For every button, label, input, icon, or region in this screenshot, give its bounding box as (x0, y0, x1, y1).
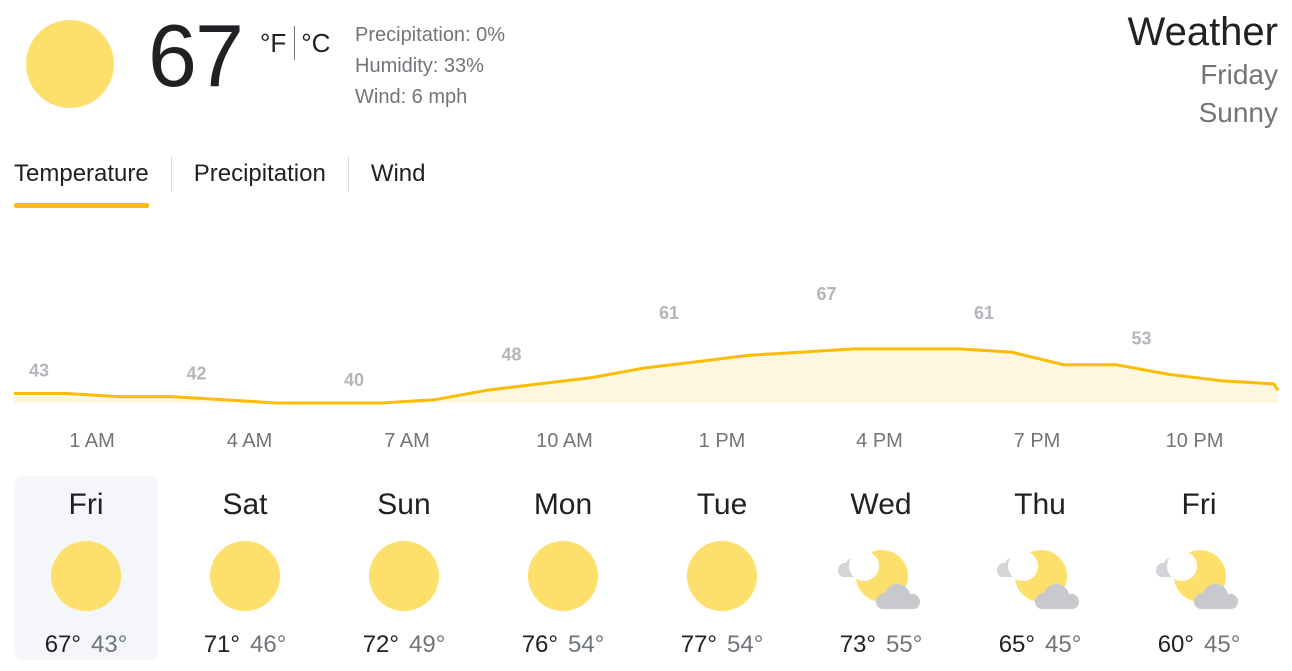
weather-condition: Sunny (1198, 97, 1278, 128)
forecast-day-mon[interactable]: Mon 76° 54° (491, 476, 635, 660)
temperature-chart[interactable]: 43 42 40 48 61 67 61 53 1 AM 4 AM 7 AM 10 AM 1 PM 4 P… (0, 270, 1292, 460)
day-name: Thu (1014, 488, 1066, 521)
temperature-label: 53 (1131, 329, 1151, 349)
temperature-label: 43 (29, 360, 49, 380)
temperature-label: 42 (186, 364, 206, 384)
temperature-label: 48 (501, 345, 521, 365)
humidity-text: Humidity: 33% (355, 55, 484, 77)
temperature-label: 40 (344, 370, 364, 390)
forecast-day-fri[interactable]: Fri 67° 43° (14, 476, 158, 660)
partly-cloudy-icon (996, 550, 1080, 609)
sun-icon (51, 541, 121, 611)
unit-divider (294, 26, 296, 60)
high-temp: 73° (839, 631, 876, 658)
tab-wind[interactable]: Wind (371, 154, 426, 208)
fahrenheit-button[interactable]: °F (260, 28, 286, 59)
temperature-label: 61 (974, 303, 994, 323)
hour-label: 7 AM (384, 430, 430, 452)
tab-precipitation[interactable]: Precipitation (194, 154, 326, 208)
partly-cloudy-icon (837, 550, 921, 609)
tab-divider (347, 156, 349, 192)
high-temp: 71° (203, 631, 240, 658)
weather-day: Friday (1200, 59, 1278, 90)
day-name: Mon (533, 488, 593, 521)
forecast-day-thu[interactable]: Thu 65° 45° (968, 476, 1112, 660)
sun-icon (687, 541, 757, 611)
low-temp: 45° (1045, 631, 1082, 658)
sun-icon (528, 541, 598, 611)
weather-details: Precipitation: 0% Humidity: 33% Wind: 6 … (355, 20, 505, 113)
low-temp: 43° (91, 631, 128, 658)
tab-temperature[interactable]: Temperature (14, 154, 149, 208)
low-temp: 55° (886, 631, 923, 658)
temperature-label: 67 (816, 284, 836, 304)
day-name: Tue (696, 488, 748, 521)
hour-label: 4 PM (856, 430, 903, 452)
hour-label: 4 AM (227, 430, 273, 452)
forecast-day-sat[interactable]: Sat 71° 46° (173, 476, 317, 660)
high-temp: 76° (521, 631, 558, 658)
high-temp: 65° (998, 631, 1035, 658)
unit-toggle: °F °C (260, 26, 330, 60)
high-temp: 77° (680, 631, 717, 658)
current-temperature: 67 (148, 6, 244, 105)
celsius-button[interactable]: °C (301, 28, 330, 59)
sun-icon (26, 20, 114, 108)
day-name: Fri (1181, 488, 1217, 521)
hour-label: 1 AM (69, 430, 115, 452)
high-temp: 60° (1157, 631, 1194, 658)
day-name: Sat (222, 488, 268, 521)
forecast-day-fri-next[interactable]: Fri 60° 45° (1127, 476, 1271, 660)
precipitation-text: Precipitation: 0% (355, 24, 506, 46)
temperature-label: 61 (659, 303, 679, 323)
day-name: Wed (850, 488, 912, 521)
partly-cloudy-icon (1155, 550, 1239, 609)
day-name: Fri (68, 488, 104, 521)
chart-tabs: Temperature Precipitation Wind (14, 154, 426, 208)
forecast-day-tue[interactable]: Tue 77° 54° (650, 476, 794, 660)
sun-icon (369, 541, 439, 611)
high-temp: 67° (44, 631, 81, 658)
wind-text: Wind: 6 mph (355, 86, 468, 108)
tab-divider (170, 156, 172, 192)
day-name: Sun (377, 488, 431, 521)
hour-label: 10 AM (536, 430, 593, 452)
sun-icon (210, 541, 280, 611)
low-temp: 49° (409, 631, 446, 658)
low-temp: 54° (727, 631, 764, 658)
low-temp: 45° (1204, 631, 1241, 658)
forecast-day-sun[interactable]: Sun 72° 49° (332, 476, 476, 660)
low-temp: 46° (250, 631, 287, 658)
forecast-day-wed[interactable]: Wed 73° 55° (809, 476, 953, 660)
low-temp: 54° (568, 631, 605, 658)
weather-header: Weather Friday Sunny (1128, 8, 1278, 132)
hour-label: 7 PM (1014, 430, 1061, 452)
weather-title: Weather (1127, 10, 1278, 54)
hour-label: 1 PM (699, 430, 746, 452)
high-temp: 72° (362, 631, 399, 658)
hour-label: 10 PM (1166, 430, 1224, 452)
